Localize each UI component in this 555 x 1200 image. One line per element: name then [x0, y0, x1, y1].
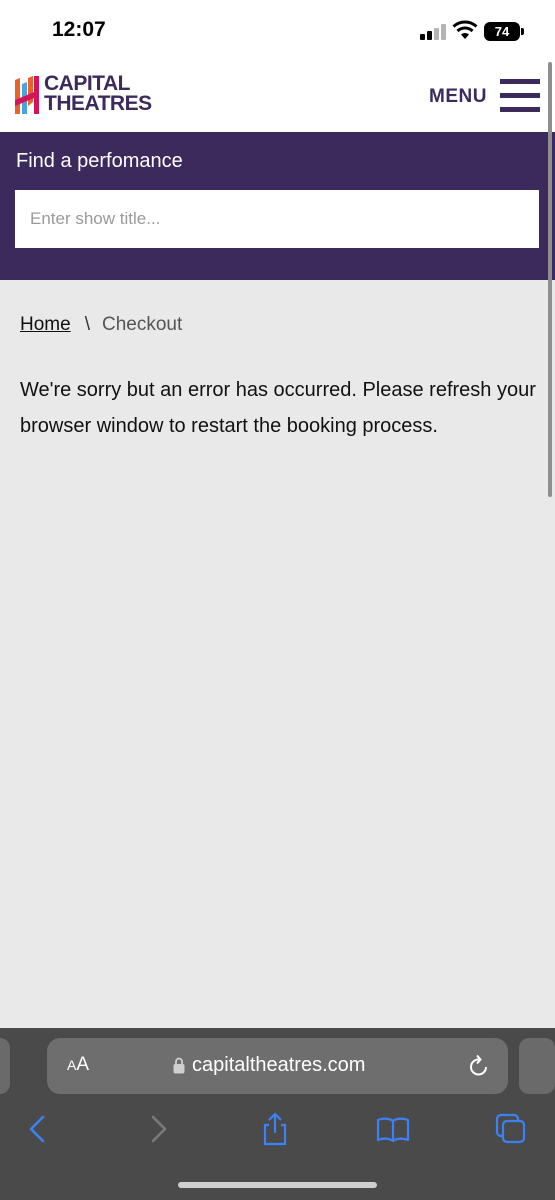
capital-theatres-logo[interactable]: CAPITAL THEATRES [15, 72, 155, 120]
error-message: We're sorry but an error has occurred. P… [20, 379, 536, 437]
text-size-label-small: A [67, 1057, 77, 1073]
url-text[interactable]: capitaltheatres.com [192, 1054, 365, 1077]
status-time: 12:07 [52, 18, 106, 41]
menu-label[interactable]: MENU [429, 86, 487, 108]
signal-icon [420, 24, 448, 40]
previous-tab-preview[interactable] [0, 1038, 10, 1094]
tabs-icon[interactable] [494, 1112, 528, 1146]
logo-line-1: CAPITAL [44, 72, 130, 95]
site-header: CAPITAL THEATRES MENU [0, 62, 555, 132]
logo-line-2: THEATRES [44, 92, 152, 115]
page-scrollbar[interactable] [548, 62, 552, 497]
bookmarks-icon[interactable] [376, 1112, 410, 1146]
battery-tip [521, 28, 524, 35]
text-size-label-large: A [76, 1054, 90, 1075]
show-search-input[interactable] [15, 190, 539, 248]
reload-icon[interactable] [467, 1053, 491, 1079]
status-bar: 12:07 74 [0, 0, 555, 62]
text-size-button[interactable]: AA [67, 1054, 89, 1076]
forward-icon[interactable] [140, 1112, 174, 1146]
breadcrumb: Home \ Checkout [20, 314, 182, 336]
breadcrumb-separator: \ [84, 314, 90, 335]
logo-text: CAPITAL THEATRES [44, 72, 152, 115]
hamburger-menu-icon[interactable] [500, 79, 540, 112]
home-indicator [178, 1182, 377, 1188]
lock-icon [173, 1057, 185, 1074]
search-title: Find a perfomance [16, 150, 183, 172]
battery-indicator: 74 [484, 22, 520, 41]
back-icon[interactable] [22, 1112, 56, 1146]
wifi-icon [452, 20, 478, 39]
address-bar[interactable]: AA capitaltheatres.com [47, 1038, 508, 1094]
breadcrumb-current: Checkout [101, 314, 183, 335]
search-section: Find a perfomance [0, 132, 555, 280]
breadcrumb-home-link[interactable]: Home [20, 314, 71, 335]
next-tab-preview[interactable] [519, 1038, 555, 1094]
browser-toolbar: AA capitaltheatres.com [0, 1028, 555, 1200]
logo-mark-icon [15, 76, 39, 114]
share-icon[interactable] [258, 1112, 292, 1146]
